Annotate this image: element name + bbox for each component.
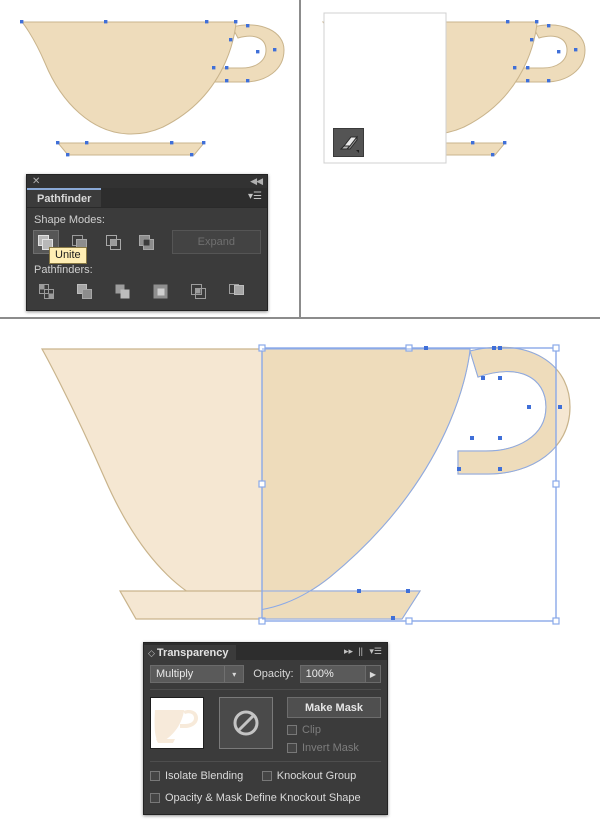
clip-checkbox-row[interactable]: Clip — [287, 724, 381, 736]
transparency-panel[interactable]: ◇Transparency ▸▸ || ▾☰ Multiply ▾ Opacit… — [143, 642, 388, 815]
isolate-blending-row[interactable]: Isolate Blending — [150, 770, 243, 782]
invert-mask-checkbox-row[interactable]: Invert Mask — [287, 742, 381, 754]
invert-mask-label: Invert Mask — [302, 742, 359, 754]
close-icon[interactable]: ✕ — [32, 176, 40, 187]
clip-label: Clip — [302, 724, 321, 736]
opacity-input[interactable]: 100% — [300, 665, 366, 683]
opacity-mask-checkbox[interactable] — [150, 793, 160, 803]
intersect-icon — [105, 234, 122, 251]
panel-grip-icon: ◇ — [148, 648, 155, 658]
opacity-stepper[interactable]: ▶ — [366, 665, 381, 683]
no-mask-icon — [231, 708, 261, 738]
pathfinder-tabrow: Pathfinder ▾☰ — [27, 188, 267, 208]
pathfinders-label: Pathfinders: — [34, 264, 261, 276]
shape-mode-exclude-button[interactable] — [134, 230, 160, 254]
blend-mode-value: Multiply — [151, 668, 224, 680]
pathfinder-panel[interactable]: ✕ ◀◀ Pathfinder ▾☰ Shape Modes: — [26, 174, 268, 311]
tooltip-unite: Unite — [49, 247, 87, 264]
expand-panel-icon[interactable]: ▸▸ — [344, 645, 353, 657]
artwork-thumbnail[interactable] — [150, 697, 204, 749]
opacity-label: Opacity: — [253, 668, 293, 680]
pathfinder-merge-button[interactable] — [109, 280, 136, 304]
knockout-group-checkbox[interactable] — [262, 771, 272, 781]
pathfinder-divide-button[interactable] — [33, 280, 60, 304]
make-mask-button[interactable]: Make Mask — [287, 697, 381, 718]
clip-checkbox[interactable] — [287, 725, 297, 735]
outline-icon — [190, 283, 208, 301]
exclude-icon — [138, 234, 155, 251]
merge-icon — [114, 283, 132, 301]
pathfinder-crop-button[interactable] — [147, 280, 174, 304]
tab-transparency[interactable]: ◇Transparency — [144, 645, 236, 662]
knockout-group-row[interactable]: Knockout Group — [262, 770, 357, 782]
isolate-blending-checkbox[interactable] — [150, 771, 160, 781]
pathfinder-trim-button[interactable] — [71, 280, 98, 304]
trim-icon — [76, 283, 94, 301]
shape-mode-intersect-button[interactable] — [100, 230, 126, 254]
pathfinders-row — [33, 280, 261, 304]
panel-divider-icon: || — [358, 645, 363, 657]
expand-button[interactable]: Expand — [172, 230, 261, 254]
isolate-blending-label: Isolate Blending — [165, 770, 243, 782]
invert-mask-checkbox[interactable] — [287, 743, 297, 753]
pathfinder-panel-titlebar[interactable]: ✕ ◀◀ — [27, 175, 267, 188]
minus-back-icon — [228, 283, 246, 301]
pathfinder-minus-back-button[interactable] — [223, 280, 250, 304]
cup-thumbnail-icon — [151, 698, 204, 748]
artwork-top-left-cup — [0, 0, 299, 170]
mask-controls: Make Mask Clip Invert Mask — [287, 697, 381, 754]
knockout-shape-row: Opacity & Mask Define Knockout Shape — [144, 788, 387, 814]
eraser-tool-button[interactable] — [333, 128, 364, 157]
blend-mode-select[interactable]: Multiply ▾ — [150, 665, 244, 683]
chevron-down-icon[interactable]: ▾ — [224, 666, 243, 682]
opacity-mask-label: Opacity & Mask Define Knockout Shape — [165, 792, 361, 804]
knockout-group-label: Knockout Group — [277, 770, 357, 782]
panel-menu-icon[interactable]: ▾☰ — [369, 645, 382, 657]
panel-menu-icon[interactable]: ▾☰ — [248, 191, 262, 203]
transparency-controls-row: Multiply ▾ Opacity: 100% ▶ — [144, 660, 387, 689]
crop-icon — [152, 283, 170, 301]
blending-options-row: Isolate Blending Knockout Group — [144, 762, 387, 788]
pathfinder-outline-button[interactable] — [185, 280, 212, 304]
mask-thumbnail[interactable] — [219, 697, 273, 749]
eraser-icon — [338, 133, 360, 153]
tab-pathfinder[interactable]: Pathfinder — [27, 188, 101, 207]
shape-modes-label: Shape Modes: — [34, 214, 261, 226]
transparency-mask-row: Make Mask Clip Invert Mask — [144, 690, 387, 761]
collapse-icon[interactable]: ◀◀ — [250, 176, 262, 187]
artwork-bottom-cup — [0, 319, 600, 639]
transparency-tabrow: ◇Transparency ▸▸ || ▾☰ — [144, 643, 387, 660]
divide-icon — [38, 283, 56, 301]
tab-transparency-label: Transparency — [157, 647, 229, 659]
opacity-mask-row[interactable]: Opacity & Mask Define Knockout Shape — [150, 792, 361, 804]
